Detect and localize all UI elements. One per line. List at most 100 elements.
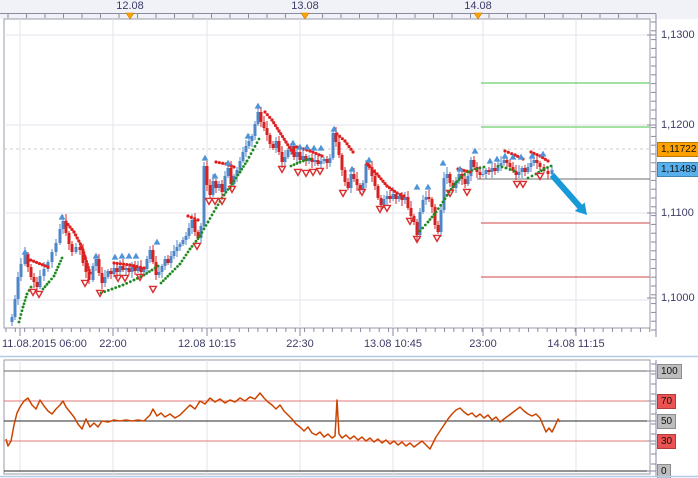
rsi-plot-area xyxy=(4,360,650,474)
pivot-dot xyxy=(46,265,49,268)
pivot-dot xyxy=(218,161,221,164)
candle-body xyxy=(224,176,227,192)
sar-dot xyxy=(531,175,534,178)
sar-dot xyxy=(107,289,110,292)
candle-body xyxy=(98,259,101,273)
candle-body xyxy=(395,194,398,199)
pivot-dot xyxy=(84,257,87,260)
sar-dot xyxy=(22,306,25,309)
pivot-dot xyxy=(290,149,293,152)
sar-dot xyxy=(227,188,230,191)
pivot-dot xyxy=(317,153,320,156)
sar-dot xyxy=(148,270,151,273)
sar-dot xyxy=(235,177,238,180)
price-chart-canvas[interactable] xyxy=(0,0,698,478)
candle-body xyxy=(437,225,440,232)
candle-body xyxy=(209,185,212,195)
sar-dot xyxy=(505,167,508,170)
sar-dot xyxy=(154,267,157,270)
pivot-dot xyxy=(274,124,277,127)
sar-dot xyxy=(460,176,463,179)
sar-dot xyxy=(419,230,422,233)
candle-body xyxy=(284,157,287,162)
candle-body xyxy=(470,160,473,176)
candle-body xyxy=(182,240,185,244)
candle-body xyxy=(392,194,395,199)
sar-dot xyxy=(179,263,182,266)
candle-body xyxy=(479,172,482,175)
session-marker-icon xyxy=(126,13,134,19)
candle-body xyxy=(377,186,380,198)
candle-body xyxy=(536,160,539,163)
pivot-dot xyxy=(80,245,83,248)
sar-dot xyxy=(118,285,121,288)
candle-body xyxy=(446,174,449,178)
pivot-dot xyxy=(116,262,119,265)
candle-body xyxy=(95,259,98,266)
candle-body xyxy=(539,163,542,167)
candle-body xyxy=(407,197,410,208)
sar-dot xyxy=(209,217,212,220)
candle-body xyxy=(20,264,23,277)
sar-dot xyxy=(231,183,234,186)
sar-dot xyxy=(225,191,228,194)
sar-dot xyxy=(122,284,125,287)
pivot-dot xyxy=(125,263,128,266)
pivot-dot xyxy=(345,142,348,145)
pivot-dot xyxy=(86,263,89,266)
pivot-dot xyxy=(338,135,341,138)
pivot-dot xyxy=(88,271,91,274)
sar-dot xyxy=(546,166,549,169)
candle-body xyxy=(347,182,350,188)
sar-dot xyxy=(129,280,132,283)
candle-body xyxy=(440,210,443,232)
pivot-dot xyxy=(83,254,86,257)
sar-dot xyxy=(213,210,216,213)
pivot-dot xyxy=(320,154,323,157)
pivot-dot xyxy=(351,150,354,153)
sar-dot xyxy=(475,168,478,171)
sar-dot xyxy=(223,194,226,197)
candle-body xyxy=(218,184,221,188)
pivot-dot xyxy=(503,149,506,152)
sar-dot xyxy=(454,183,457,186)
pivot-dot xyxy=(186,214,189,217)
sar-dot xyxy=(433,213,436,216)
pivot-dot xyxy=(132,264,135,267)
pivot-dot xyxy=(41,263,44,266)
sar-dot xyxy=(442,201,445,204)
candle-body xyxy=(62,221,65,229)
candle-body xyxy=(51,252,54,262)
pivot-dot xyxy=(122,263,125,266)
sar-dot xyxy=(57,266,60,269)
candle-body xyxy=(275,141,278,148)
sar-dot xyxy=(189,248,192,251)
candle-body xyxy=(245,146,248,152)
sar-dot xyxy=(550,165,553,168)
sar-dot xyxy=(46,283,49,286)
candle-body xyxy=(473,160,476,167)
candle-body xyxy=(500,163,503,166)
sar-dot xyxy=(463,173,466,176)
candle-body xyxy=(176,247,179,251)
sar-dot xyxy=(162,279,165,282)
pivot-dot xyxy=(81,248,84,251)
candle-body xyxy=(353,174,356,179)
sar-dot xyxy=(20,313,23,316)
candle-body xyxy=(59,229,62,243)
pivot-dot xyxy=(82,251,85,254)
candle-body xyxy=(530,163,533,167)
pivot-dot xyxy=(32,260,35,263)
sar-dot xyxy=(309,158,312,161)
sar-dot xyxy=(254,145,257,148)
sar-dot xyxy=(53,275,56,278)
sar-dot xyxy=(501,166,504,169)
sar-dot xyxy=(205,224,208,227)
candle-body xyxy=(170,256,173,263)
sar-dot xyxy=(256,141,259,144)
pivot-dot xyxy=(35,261,38,264)
pivot-dot xyxy=(399,193,402,196)
candle-body xyxy=(272,144,275,148)
sar-dot xyxy=(187,251,190,254)
candle-body xyxy=(494,168,497,171)
